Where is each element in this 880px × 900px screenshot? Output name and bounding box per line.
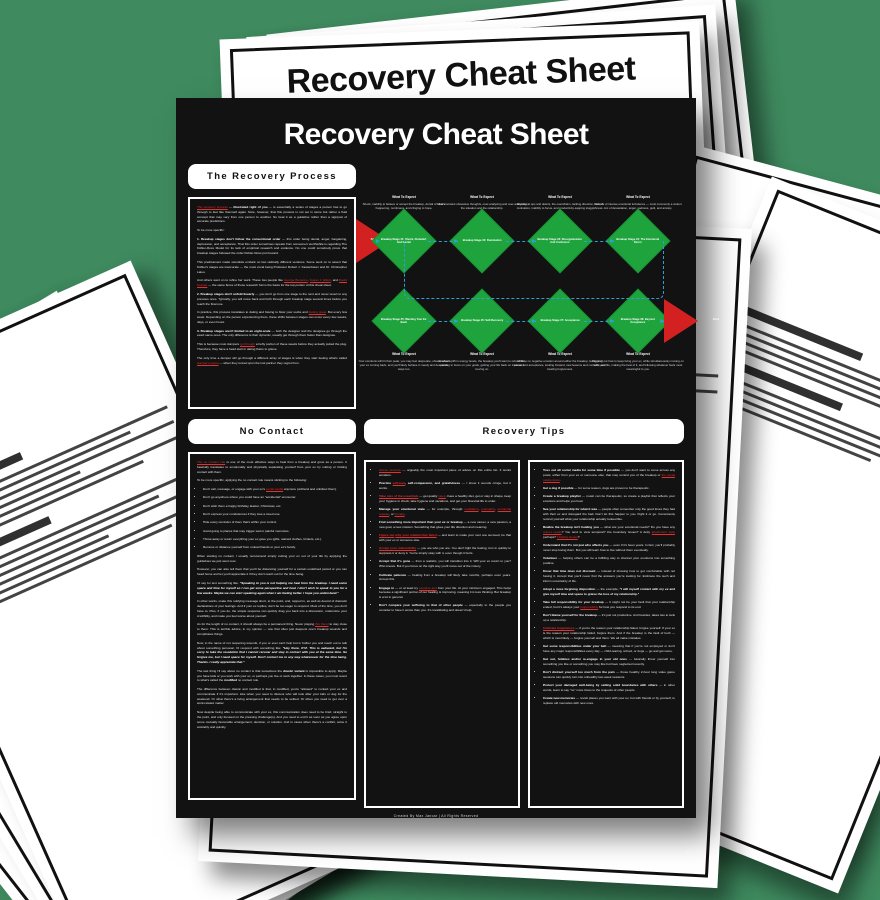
- top-section: The Recovery Process The recovery proces…: [188, 164, 719, 409]
- end-label: End: [713, 317, 719, 321]
- flowchart-canvas: StartWhat To ExpectShock, inability to b…: [356, 166, 719, 394]
- flow-end-terminal[interactable]: End: [664, 299, 719, 343]
- section-header-recovery-process: The Recovery Process: [188, 164, 356, 189]
- flow-node-stage-6[interactable]: What To Expect Gradual uplift in energy l…: [438, 288, 526, 371]
- flow-node-stage-8[interactable]: What To Expect Figuring out how to keep l…: [592, 288, 684, 371]
- end-triangle: End: [664, 299, 719, 343]
- page-title: Recovery Cheat Sheet: [283, 118, 589, 151]
- section-header-recovery-tips: Recovery Tips: [364, 419, 684, 444]
- stage-label: Breakup Stage #6: Self-Recovery: [460, 319, 504, 323]
- flow-arrowhead: [532, 319, 536, 323]
- flow-arrowhead: [454, 319, 458, 323]
- what-to-expect-body: Figuring out how to keep living your ex,…: [592, 359, 684, 372]
- recovery-process-text: The recovery process — illustrated right…: [188, 197, 356, 409]
- stage-label: Breakup Stage #5: Wanting Your Ex Back: [381, 317, 427, 324]
- stage-label: Breakup Stage #8: Beyond Acceptance: [620, 317, 656, 324]
- flow-node-stage-7[interactable]: What To Expect Little to no negative emot…: [514, 288, 606, 371]
- recovery-cheat-sheet-poster: Recovery Cheat Sheet The Recovery Proces…: [176, 98, 719, 818]
- stage-label: Breakup Stage #7: Acceptance: [540, 319, 580, 323]
- recovery-flowchart: StartWhat To ExpectShock, inability to b…: [356, 164, 719, 394]
- scene: Recovery Cheat Sheet The Recovery Proces…: [0, 0, 880, 900]
- flow-row-connector-elbow: [404, 241, 664, 299]
- what-to-expect-8: What To Expect Figuring out how to keep l…: [592, 352, 684, 371]
- flow-arrowhead: [376, 239, 380, 243]
- bottom-section: No Contact The no contact rule is one of…: [188, 419, 684, 808]
- recovery-process-column: The Recovery Process The recovery proces…: [188, 164, 356, 409]
- section-header-no-contact: No Contact: [188, 419, 356, 444]
- no-contact-column: No Contact The no contact rule is one of…: [188, 419, 356, 808]
- recovery-tips-column: Recovery Tips Grieve properly — arguably…: [364, 419, 684, 808]
- no-contact-text: The no contact rule is one of the most e…: [188, 452, 356, 800]
- flow-arrowhead: [610, 319, 614, 323]
- flow-node-stage-5[interactable]: What To Expect Your emotions will hit the…: [359, 288, 450, 371]
- recovery-tips-left-text: Grieve properly — arguably the most impo…: [364, 460, 520, 808]
- flow-arrowhead: [660, 319, 664, 323]
- tips-columns: Grieve properly — arguably the most impo…: [364, 452, 684, 808]
- footer-credit: Created By Max Jancar | All Rights Reser…: [393, 814, 479, 818]
- what-to-expect-header: What To Expect: [626, 194, 650, 199]
- recovery-tips-right-text: Toss out all social media for some time …: [528, 460, 684, 808]
